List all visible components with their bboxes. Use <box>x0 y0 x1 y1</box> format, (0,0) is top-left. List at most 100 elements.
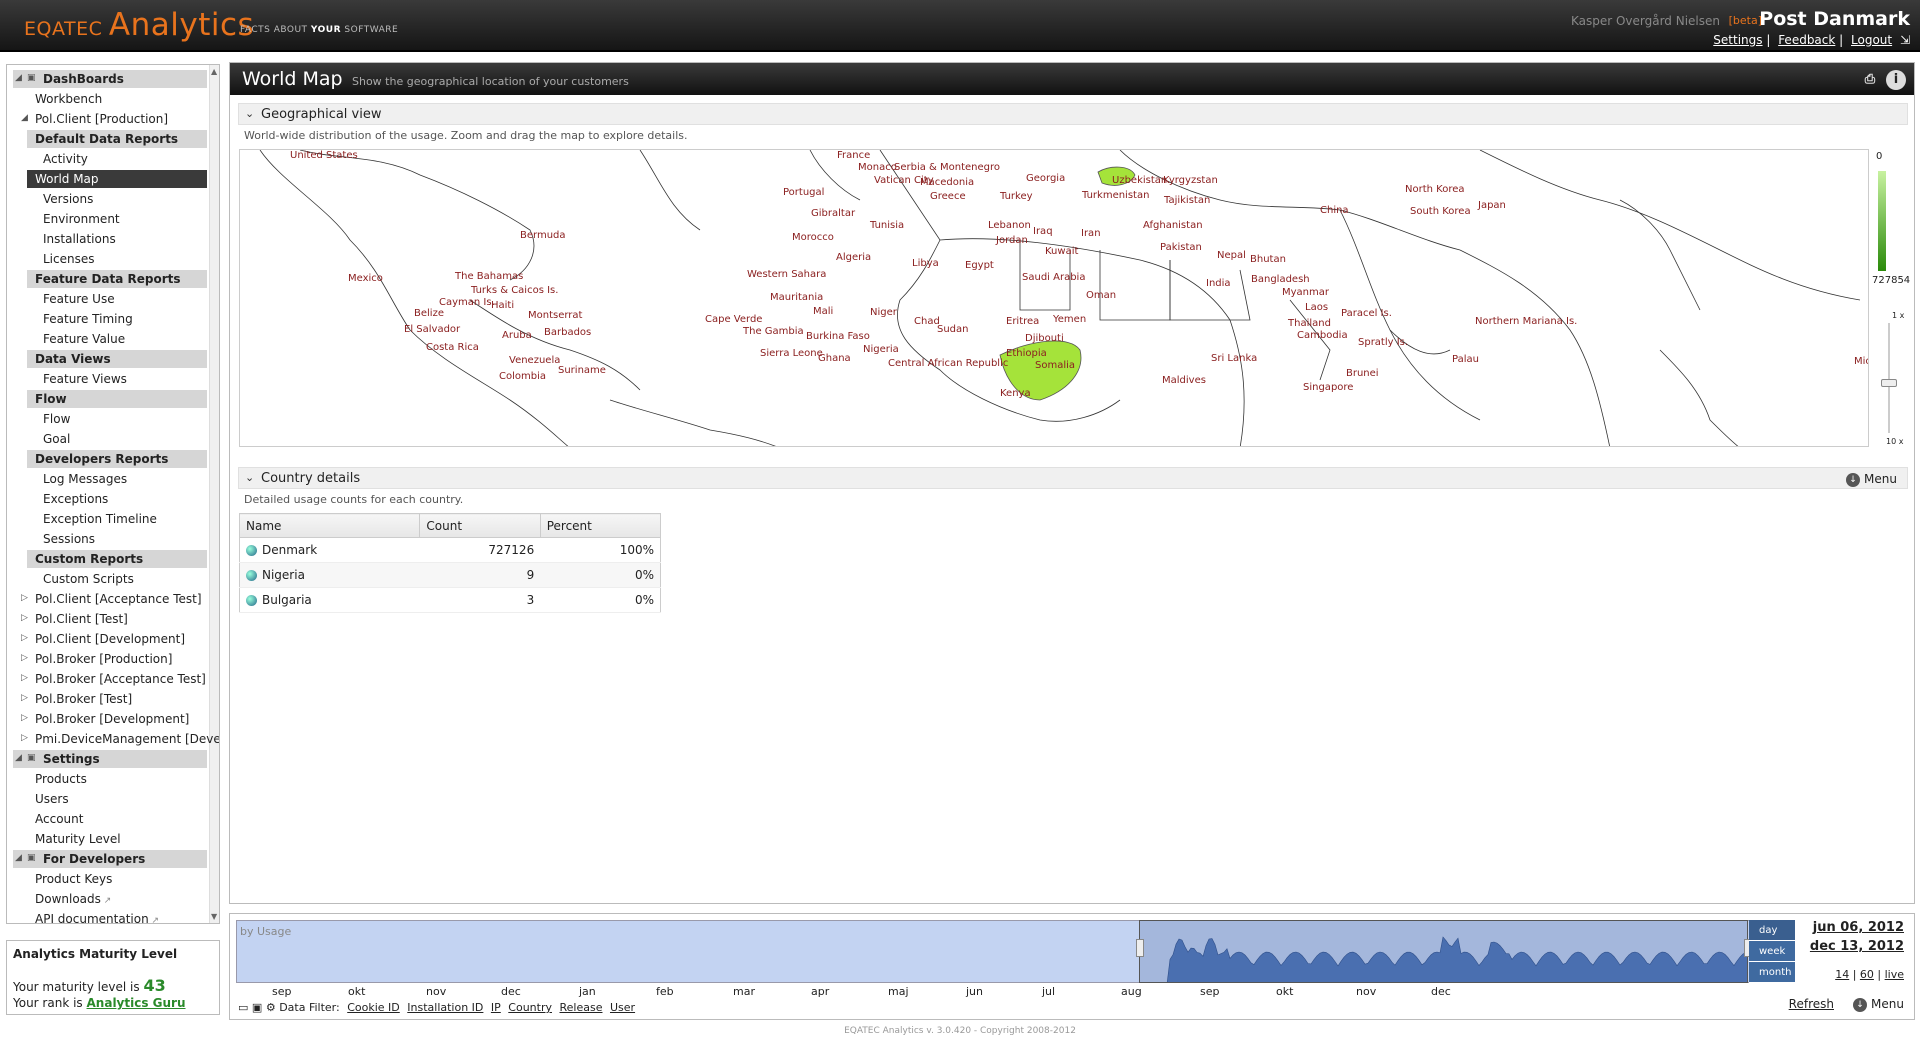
sidebar-item-settings[interactable]: Settings <box>13 750 207 768</box>
expand-triangle-icon[interactable]: ▷ <box>21 593 28 603</box>
granularity-week[interactable]: week <box>1749 941 1795 962</box>
collapse-icon[interactable]: ⌄ <box>245 107 254 120</box>
geo-section-header[interactable]: ⌄ Geographical view <box>238 103 1908 125</box>
sidebar-item-workbench[interactable]: Workbench <box>27 90 207 108</box>
settings-link[interactable]: Settings <box>1713 33 1762 47</box>
sidebar-item-world-map[interactable]: World Map <box>27 170 207 188</box>
sidebar-item-feature-timing[interactable]: Feature Timing <box>27 310 207 328</box>
date-from[interactable]: jun 06, 2012 <box>1810 920 1904 935</box>
sidebar-item-feature-data-reports[interactable]: Feature Data Reports <box>27 270 207 288</box>
column-header-percent[interactable]: Percent <box>539 513 662 538</box>
filter-ip[interactable]: IP <box>491 1001 501 1014</box>
expand-triangle-icon[interactable]: ◢ <box>15 753 22 763</box>
filter-country[interactable]: Country <box>508 1001 552 1014</box>
sidebar-item-pol-client-test[interactable]: Pol.Client [Test] <box>27 610 207 628</box>
sidebar-item-products[interactable]: Products <box>27 770 207 788</box>
sidebar-item-sessions[interactable]: Sessions <box>27 530 207 548</box>
scroll-down-icon[interactable]: ▼ <box>211 912 217 921</box>
print-icon[interactable]: ⎙ <box>1860 70 1880 90</box>
sidebar-item-log-messages[interactable]: Log Messages <box>27 470 207 488</box>
sidebar-item-dashboards[interactable]: DashBoards <box>13 70 207 88</box>
collapse-icon[interactable]: ⌄ <box>245 471 254 484</box>
sidebar-item-product-keys[interactable]: Product Keys <box>27 870 207 888</box>
sidebar-item-pmi-devicemanagement-deve[interactable]: Pmi.DeviceManagement [Deve <box>27 730 219 748</box>
expand-triangle-icon[interactable]: ◢ <box>15 853 22 863</box>
sidebar-item-goal[interactable]: Goal <box>27 430 207 448</box>
sidebar-item-users[interactable]: Users <box>27 790 207 808</box>
sidebar-item-default-data-reports[interactable]: Default Data Reports <box>27 130 207 148</box>
sidebar-item-feature-use[interactable]: Feature Use <box>27 290 207 308</box>
save-icon[interactable]: ▣ <box>252 1001 262 1014</box>
sidebar-item-developers-reports[interactable]: Developers Reports <box>27 450 207 468</box>
sidebar-item-exceptions[interactable]: Exceptions <box>27 490 207 508</box>
sidebar-item-data-views[interactable]: Data Views <box>27 350 207 368</box>
exit-icon[interactable]: ⇲ <box>1900 33 1910 47</box>
info-icon[interactable]: i <box>1886 70 1906 90</box>
sidebar-item-installations[interactable]: Installations <box>27 230 207 248</box>
sidebar-item-feature-value[interactable]: Feature Value <box>27 330 207 348</box>
maturity-rank-link[interactable]: Analytics Guru <box>87 996 186 1010</box>
filter-cookie-id[interactable]: Cookie ID <box>347 1001 400 1014</box>
sidebar-item-exception-timeline[interactable]: Exception Timeline <box>27 510 207 528</box>
period-60[interactable]: 60 <box>1860 968 1874 981</box>
logout-link[interactable]: Logout <box>1851 33 1892 47</box>
country-section-header[interactable]: ⌄ Country details ↓ Menu <box>238 467 1908 489</box>
granularity-day[interactable]: day <box>1749 920 1795 941</box>
sidebar-item-activity[interactable]: Activity <box>27 150 207 168</box>
expand-triangle-icon[interactable]: ◢ <box>21 113 28 123</box>
expand-triangle-icon[interactable]: ▷ <box>21 693 28 703</box>
table-row[interactable]: Nigeria 9 0% <box>239 562 661 588</box>
sidebar-item-environment[interactable]: Environment <box>27 210 207 228</box>
sidebar-item-pol-client-development[interactable]: Pol.Client [Development] <box>27 630 207 648</box>
filter-user[interactable]: User <box>610 1001 635 1014</box>
feedback-link[interactable]: Feedback <box>1778 33 1835 47</box>
period-14[interactable]: 14 <box>1835 968 1849 981</box>
table-row[interactable]: Bulgaria 3 0% <box>239 587 661 613</box>
sidebar-item-custom-reports[interactable]: Custom Reports <box>27 550 207 568</box>
sidebar-item-for-developers[interactable]: For Developers <box>13 850 207 868</box>
sidebar-item-maturity-level[interactable]: Maturity Level <box>27 830 207 848</box>
sidebar-item-feature-views[interactable]: Feature Views <box>27 370 207 388</box>
folder-icon[interactable]: ▭ <box>238 1001 248 1014</box>
zoom-slider-handle[interactable] <box>1881 379 1897 387</box>
world-map[interactable]: United States France Monaco Serbia & Monten… <box>239 149 1869 447</box>
sidebar-scrollbar[interactable]: ▲ ▼ <box>209 65 219 923</box>
sidebar-item-custom-scripts[interactable]: Custom Scripts <box>27 570 207 588</box>
logo[interactable]: EQATEC Analytics <box>24 7 254 43</box>
sidebar-item-versions[interactable]: Versions <box>27 190 207 208</box>
refresh-button[interactable]: Refresh <box>1789 997 1834 1011</box>
sidebar-item-pol-broker-acceptance-test[interactable]: Pol.Broker [Acceptance Test] <box>27 670 207 688</box>
expand-triangle-icon[interactable]: ▷ <box>21 633 28 643</box>
timeline-menu-button[interactable]: ↓ Menu <box>1853 997 1904 1012</box>
expand-triangle-icon[interactable]: ▷ <box>21 733 28 743</box>
expand-triangle-icon[interactable]: ▷ <box>21 653 28 663</box>
sidebar-item-pol-client-acceptance-test[interactable]: Pol.Client [Acceptance Test] <box>27 590 207 608</box>
sidebar-item-flow[interactable]: Flow <box>27 390 207 408</box>
expand-triangle-icon[interactable]: ▷ <box>21 673 28 683</box>
sidebar-item-account[interactable]: Account <box>27 810 207 828</box>
sidebar-item-pol-broker-production[interactable]: Pol.Broker [Production] <box>27 650 207 668</box>
filter-installation-id[interactable]: Installation ID <box>407 1001 483 1014</box>
filter-icon[interactable]: ⚙ <box>266 1001 276 1014</box>
zoom-track[interactable] <box>1888 323 1890 433</box>
sidebar-item-flow[interactable]: Flow <box>27 410 207 428</box>
sidebar-item-licenses[interactable]: Licenses <box>27 250 207 268</box>
timeline-selection[interactable] <box>1139 920 1748 983</box>
scroll-up-icon[interactable]: ▲ <box>211 67 217 76</box>
expand-triangle-icon[interactable]: ▷ <box>21 613 28 623</box>
expand-triangle-icon[interactable]: ◢ <box>15 73 22 83</box>
country-menu-button[interactable]: ↓ Menu <box>1846 472 1897 487</box>
column-header-count[interactable]: Count <box>419 513 541 538</box>
sidebar-item-pol-broker-development[interactable]: Pol.Broker [Development] <box>27 710 207 728</box>
date-to[interactable]: dec 13, 2012 <box>1810 939 1904 954</box>
sidebar-item-api-documentation[interactable]: API documentation ↗ <box>27 910 207 923</box>
expand-triangle-icon[interactable]: ▷ <box>21 713 28 723</box>
granularity-month[interactable]: month <box>1749 962 1795 983</box>
sidebar-item-downloads[interactable]: Downloads ↗ <box>27 890 207 908</box>
timeline-start-handle[interactable] <box>1136 939 1144 957</box>
column-header-name[interactable]: Name <box>238 513 421 538</box>
table-row[interactable]: Denmark 727126 100% <box>239 537 661 563</box>
sidebar-item-pol-broker-test[interactable]: Pol.Broker [Test] <box>27 690 207 708</box>
period-live[interactable]: live <box>1885 968 1904 981</box>
sidebar-item-pol-client-production[interactable]: Pol.Client [Production] <box>27 110 207 128</box>
